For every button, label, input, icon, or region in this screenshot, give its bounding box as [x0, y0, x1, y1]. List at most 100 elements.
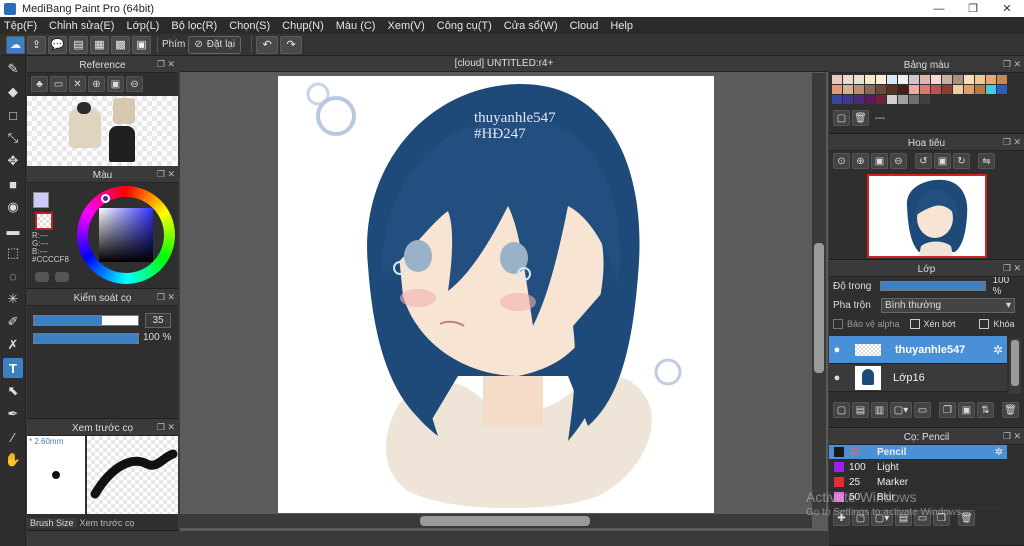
brush-tool-icon[interactable]: ✎: [3, 59, 23, 79]
layer-item[interactable]: ● Lớp16: [829, 364, 1007, 392]
tab-brush-size[interactable]: Brush Size: [27, 518, 77, 528]
delete-palette-icon[interactable]: 🗑: [852, 110, 869, 126]
text-tool-icon[interactable]: T: [3, 358, 23, 378]
eraser-tool-icon[interactable]: ◆: [3, 82, 23, 102]
palette-swatch[interactable]: [931, 85, 941, 94]
zoom-out-icon[interactable]: ⊖: [126, 76, 143, 92]
layer-settings-icon[interactable]: ⇅: [977, 402, 994, 418]
share-icon[interactable]: ⇪: [27, 35, 46, 54]
merge-layer-icon[interactable]: ▣: [958, 402, 975, 418]
lasso-tool-icon[interactable]: ◌: [3, 266, 23, 286]
palette-swatch[interactable]: [832, 95, 842, 104]
palette-swatch[interactable]: [898, 75, 908, 84]
minimize-button[interactable]: —: [922, 0, 956, 17]
panel-close-icon[interactable]: ❐ ✕: [1003, 431, 1021, 442]
brush-size-slider[interactable]: [33, 315, 139, 326]
new-1bit-layer-icon[interactable]: ▥: [871, 402, 888, 418]
palette-swatch[interactable]: [876, 95, 886, 104]
gradient-tool-icon[interactable]: ▬: [3, 220, 23, 240]
palette-swatch[interactable]: [942, 75, 952, 84]
palette-swatch[interactable]: [997, 75, 1007, 84]
foreground-swatch[interactable]: [33, 192, 49, 208]
palette-swatch[interactable]: [942, 85, 952, 94]
folder-icon[interactable]: ▭: [50, 76, 67, 92]
brush-item[interactable]: 35 Pencil ✲: [829, 445, 1007, 460]
canvas-horizontal-scrollbar[interactable]: [180, 514, 812, 528]
menu-view[interactable]: Xem(V): [387, 20, 424, 32]
zoom-out-icon[interactable]: ⊖: [890, 153, 907, 169]
palette-swatch[interactable]: [843, 95, 853, 104]
palette-swatch[interactable]: [986, 85, 996, 94]
palette-swatch[interactable]: [843, 85, 853, 94]
menu-select[interactable]: Chọn(S): [229, 20, 270, 32]
menu-window[interactable]: Cửa sổ(W): [504, 20, 558, 32]
hue-marker[interactable]: [101, 194, 110, 203]
actual-size-icon[interactable]: ▣: [871, 153, 888, 169]
palette-swatches[interactable]: [832, 75, 1008, 105]
select-pen-tool-icon[interactable]: ✐: [3, 312, 23, 332]
zoom-in-icon[interactable]: ⊕: [852, 153, 869, 169]
lock-checkbox[interactable]: [979, 319, 990, 329]
panel-close-icon[interactable]: ❐ ✕: [1003, 137, 1021, 148]
visibility-icon[interactable]: ●: [829, 372, 845, 384]
panel-close-icon[interactable]: ❐ ✕: [157, 169, 175, 180]
select-eraser-tool-icon[interactable]: ✗: [3, 335, 23, 355]
document-icon[interactable]: ▦: [90, 35, 109, 54]
duplicate-layer-icon[interactable]: ❐: [939, 402, 956, 418]
eyedropper-tool-icon[interactable]: ✒: [3, 404, 23, 424]
message-icon[interactable]: ▤: [69, 35, 88, 54]
line-tool-icon[interactable]: ⤡: [3, 128, 23, 148]
canvas-vertical-scrollbar[interactable]: [812, 73, 826, 513]
palette-swatch[interactable]: [832, 75, 842, 84]
palette-swatch[interactable]: [865, 85, 875, 94]
color-wheel[interactable]: [77, 186, 175, 284]
blend-mode-select[interactable]: Bình thường ▾: [881, 297, 1015, 313]
undo-button[interactable]: ↶: [256, 35, 279, 54]
menu-tools[interactable]: Công cụ(T): [437, 20, 492, 32]
palette-swatch[interactable]: [975, 85, 985, 94]
brush-item[interactable]: 100 Light: [829, 460, 1007, 475]
palette-swatch[interactable]: [843, 75, 853, 84]
palette-swatch[interactable]: [865, 75, 875, 84]
palette-swatch[interactable]: [964, 75, 974, 84]
palette-swatch[interactable]: [876, 85, 886, 94]
palette-swatch[interactable]: [832, 85, 842, 94]
panel-close-icon[interactable]: ❐ ✕: [157, 292, 175, 303]
protect-alpha-checkbox[interactable]: [833, 319, 843, 329]
visibility-icon[interactable]: ●: [829, 344, 845, 356]
color-mode-button-2[interactable]: [55, 272, 69, 282]
new-layer-icon[interactable]: ▢: [833, 402, 850, 418]
reset-button[interactable]: ⊘ Đặt lại: [188, 35, 242, 54]
palette-swatch[interactable]: [909, 75, 919, 84]
add-layer-menu-icon[interactable]: ▢▾: [890, 402, 912, 418]
gear-icon[interactable]: ✲: [993, 343, 1003, 357]
redo-button[interactable]: ↷: [280, 35, 303, 54]
new-halftone-layer-icon[interactable]: ▤: [852, 402, 869, 418]
palette-swatch[interactable]: [854, 85, 864, 94]
menu-cloud[interactable]: Cloud: [570, 20, 599, 32]
palette-swatch[interactable]: [986, 75, 996, 84]
fit-icon[interactable]: ▣: [107, 76, 124, 92]
zoom-in-icon[interactable]: ⊕: [88, 76, 105, 92]
palette-swatch[interactable]: [964, 85, 974, 94]
palette-swatch[interactable]: [997, 85, 1007, 94]
magic-wand-tool-icon[interactable]: ✳: [3, 289, 23, 309]
clipping-checkbox[interactable]: [909, 319, 920, 329]
shape-fill-tool-icon[interactable]: ■: [3, 174, 23, 194]
palette-swatch[interactable]: [953, 75, 963, 84]
palette-swatch[interactable]: [931, 75, 941, 84]
panel-close-icon[interactable]: ❐ ✕: [1003, 263, 1021, 274]
gear-icon[interactable]: ✲: [995, 447, 1003, 458]
grid-icon[interactable]: ▩: [111, 35, 130, 54]
menu-help[interactable]: Help: [610, 20, 633, 32]
panel-close-icon[interactable]: ❐ ✕: [157, 59, 175, 70]
new-palette-icon[interactable]: ▢: [833, 110, 850, 126]
brush-opacity-slider[interactable]: [33, 333, 139, 344]
rotate-right-icon[interactable]: ↻: [953, 153, 970, 169]
move-tool-icon[interactable]: ✥: [3, 151, 23, 171]
palette-swatch[interactable]: [953, 85, 963, 94]
palette-swatch[interactable]: [909, 85, 919, 94]
palette-swatch[interactable]: [854, 75, 864, 84]
navigator-preview[interactable]: [867, 174, 987, 258]
menu-color[interactable]: Màu (C): [336, 20, 376, 32]
